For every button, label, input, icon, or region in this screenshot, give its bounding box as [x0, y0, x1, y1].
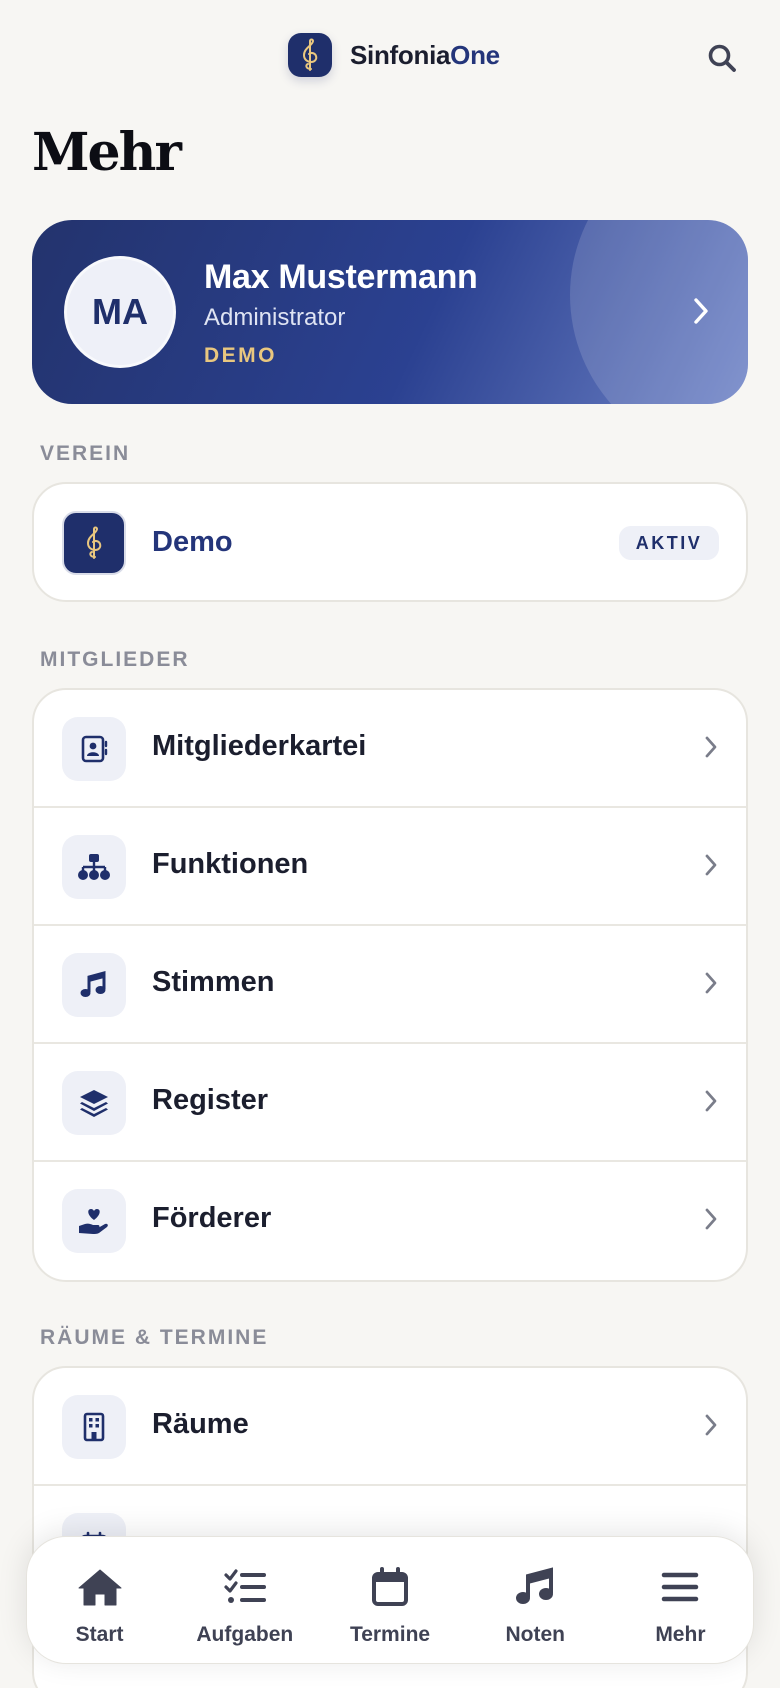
menu-item-label: Register — [152, 1084, 269, 1116]
profile-name: Max Mustermann — [204, 258, 478, 296]
menu-item-stimmen[interactable]: Stimmen — [34, 926, 746, 1044]
music-note-icon — [511, 1565, 559, 1609]
nav-label: Start — [75, 1623, 124, 1646]
org-chart-icon — [62, 835, 126, 899]
nav-label: Mehr — [655, 1623, 706, 1646]
section-label-verein: VEREIN — [40, 442, 131, 465]
home-icon — [76, 1565, 124, 1609]
menu-item-label: Förderer — [152, 1202, 272, 1234]
chevron-right-icon — [704, 1207, 718, 1236]
menu-item-label: Räume — [152, 1408, 249, 1440]
chevron-right-icon — [704, 735, 718, 764]
layers-icon — [62, 1071, 126, 1135]
nav-item-termine[interactable]: Termine — [317, 1537, 462, 1663]
hand-heart-icon — [62, 1189, 126, 1253]
nav-label: Termine — [349, 1623, 431, 1646]
brand-name-part1: Sinfonia — [350, 39, 451, 70]
verein-card: Demo AKTIV — [32, 482, 748, 602]
music-note-icon — [62, 953, 126, 1017]
checklist-icon — [221, 1565, 269, 1609]
nav-label: Noten — [505, 1623, 565, 1646]
treble-clef-icon — [288, 33, 332, 77]
treble-clef-icon — [62, 511, 126, 575]
search-icon — [708, 44, 736, 72]
contact-card-icon — [62, 717, 126, 781]
calendar-icon — [366, 1565, 414, 1609]
chevron-right-icon — [704, 971, 718, 1000]
menu-item-raeume[interactable]: Räume — [34, 1368, 746, 1486]
menu-item-funktionen[interactable]: Funktionen — [34, 808, 746, 926]
page-title: Mehr — [32, 122, 182, 183]
nav-item-aufgaben[interactable]: Aufgaben — [172, 1537, 317, 1663]
menu-item-label: Stimmen — [152, 966, 275, 998]
chevron-right-icon — [704, 1089, 718, 1118]
status-badge: AKTIV — [619, 526, 719, 560]
search-button[interactable] — [700, 36, 744, 80]
menu-item-label: Mitgliederkartei — [152, 730, 367, 762]
menu-item-register[interactable]: Register — [34, 1044, 746, 1162]
avatar: MA — [64, 256, 176, 368]
chevron-right-icon — [692, 296, 710, 331]
bottom-navigation: Start Aufgaben Termine Noten Mehr — [26, 1536, 754, 1664]
section-label-raeume: RÄUME & TERMINE — [40, 1326, 269, 1349]
nav-label: Aufgaben — [196, 1623, 294, 1646]
verein-name: Demo — [152, 526, 233, 558]
nav-item-noten[interactable]: Noten — [463, 1537, 608, 1663]
verein-row[interactable]: Demo AKTIV — [34, 484, 746, 600]
brand[interactable]: SinfoniaOne — [288, 33, 500, 77]
profile-card[interactable]: MA Max Mustermann Administrator DEMO — [32, 220, 748, 404]
nav-item-mehr[interactable]: Mehr — [608, 1537, 753, 1663]
menu-item-foerderer[interactable]: Förderer — [34, 1162, 746, 1280]
top-bar: SinfoniaOne — [0, 0, 780, 110]
menu-item-label: Funktionen — [152, 848, 309, 880]
chevron-right-icon — [704, 1413, 718, 1442]
nav-item-start[interactable]: Start — [27, 1537, 172, 1663]
brand-name: SinfoniaOne — [350, 40, 500, 71]
brand-name-part2: One — [450, 39, 500, 70]
profile-role: Administrator — [204, 304, 346, 331]
section-label-mitglieder: MITGLIEDER — [40, 648, 190, 671]
menu-icon — [656, 1565, 704, 1609]
mitglieder-card: Mitgliederkartei Funktionen Stimmen Regi… — [32, 688, 748, 1282]
chevron-right-icon — [704, 853, 718, 882]
menu-item-mitgliederkartei[interactable]: Mitgliederkartei — [34, 690, 746, 808]
profile-badge: DEMO — [204, 344, 277, 367]
decorative-circle — [570, 220, 748, 404]
building-icon — [62, 1395, 126, 1459]
